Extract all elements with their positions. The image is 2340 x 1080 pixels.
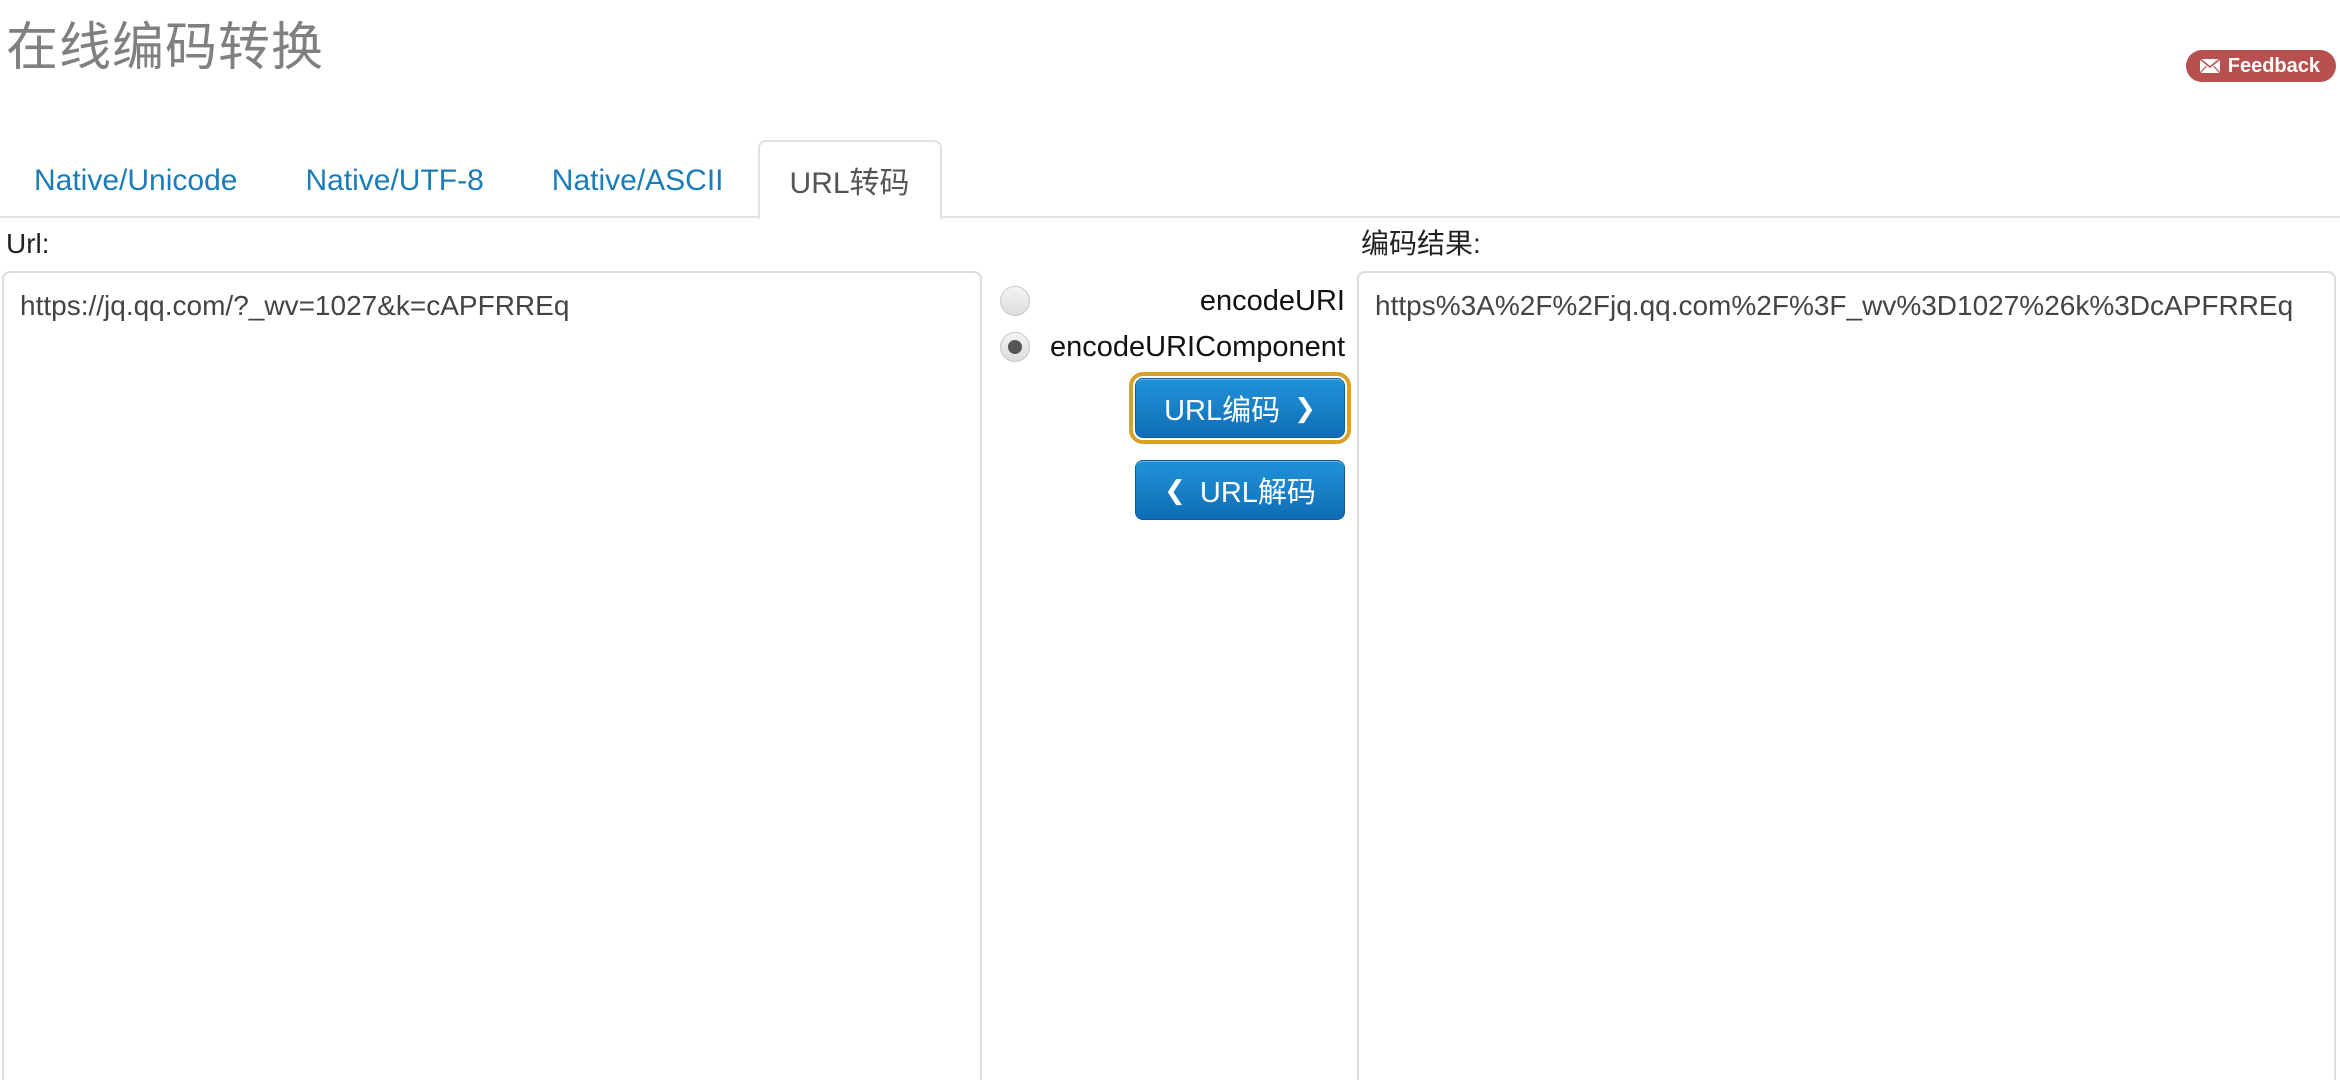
url-encode-button[interactable]: URL编码 ❯ xyxy=(1129,372,1351,444)
tab-label: Native/ASCII xyxy=(551,164,724,197)
tab-label: Native/Unicode xyxy=(34,164,238,197)
feedback-label: Feedback xyxy=(2227,55,2320,77)
url-input-textarea[interactable] xyxy=(2,271,982,1080)
tab-native-utf8[interactable]: Native/UTF-8 xyxy=(271,144,517,218)
main-content: Url: encodeURI encodeURIComponent URL编码 … xyxy=(0,218,2340,1080)
result-output-textarea[interactable] xyxy=(1357,271,2336,1080)
tab-label: URL转码 xyxy=(789,167,910,200)
radio-row-encodeuri[interactable]: encodeURI xyxy=(1000,278,1345,324)
encode-mode-radio-group: encodeURI encodeURIComponent xyxy=(1000,278,1345,370)
tab-url-transcode[interactable]: URL转码 xyxy=(757,140,942,220)
radio-label-encodeuri: encodeURI xyxy=(1199,284,1345,317)
url-decode-label: URL解码 xyxy=(1199,477,1316,509)
tab-native-unicode[interactable]: Native/Unicode xyxy=(0,144,271,218)
chevron-left-icon: ❮ xyxy=(1164,475,1186,505)
url-decode-button[interactable]: ❮ URL解码 xyxy=(1135,460,1345,520)
output-label: 编码结果: xyxy=(1361,228,1481,259)
page-title: 在线编码转换 xyxy=(6,19,325,77)
radio-row-encodeuricomponent[interactable]: encodeURIComponent xyxy=(1000,324,1345,370)
tab-native-ascii[interactable]: Native/ASCII xyxy=(518,144,758,218)
options-panel: encodeURI encodeURIComponent URL编码 ❯ ❮ U… xyxy=(1000,218,1351,1080)
input-panel: Url: xyxy=(2,218,982,1080)
input-label: Url: xyxy=(6,228,50,259)
radio-dot xyxy=(1008,340,1022,354)
chevron-right-icon: ❯ xyxy=(1294,393,1316,423)
url-encode-label: URL编码 xyxy=(1164,395,1281,427)
envelope-icon xyxy=(2198,58,2221,74)
tab-bar: Native/Unicode Native/UTF-8 Native/ASCII… xyxy=(0,122,2340,220)
tab-label: Native/UTF-8 xyxy=(305,164,484,197)
radio-label-encodeuricomponent: encodeURIComponent xyxy=(1049,330,1345,363)
radio-encodeuricomponent[interactable] xyxy=(1000,332,1030,362)
action-buttons: URL编码 ❯ ❮ URL解码 xyxy=(1000,372,1351,520)
output-panel: 编码结果: xyxy=(1357,218,2336,1080)
tab-list: Native/Unicode Native/UTF-8 Native/ASCII… xyxy=(0,122,942,220)
radio-encodeuri[interactable] xyxy=(1000,286,1030,316)
feedback-button[interactable]: Feedback xyxy=(2185,50,2336,82)
page-header: 在线编码转换 Feedback xyxy=(0,0,2340,122)
